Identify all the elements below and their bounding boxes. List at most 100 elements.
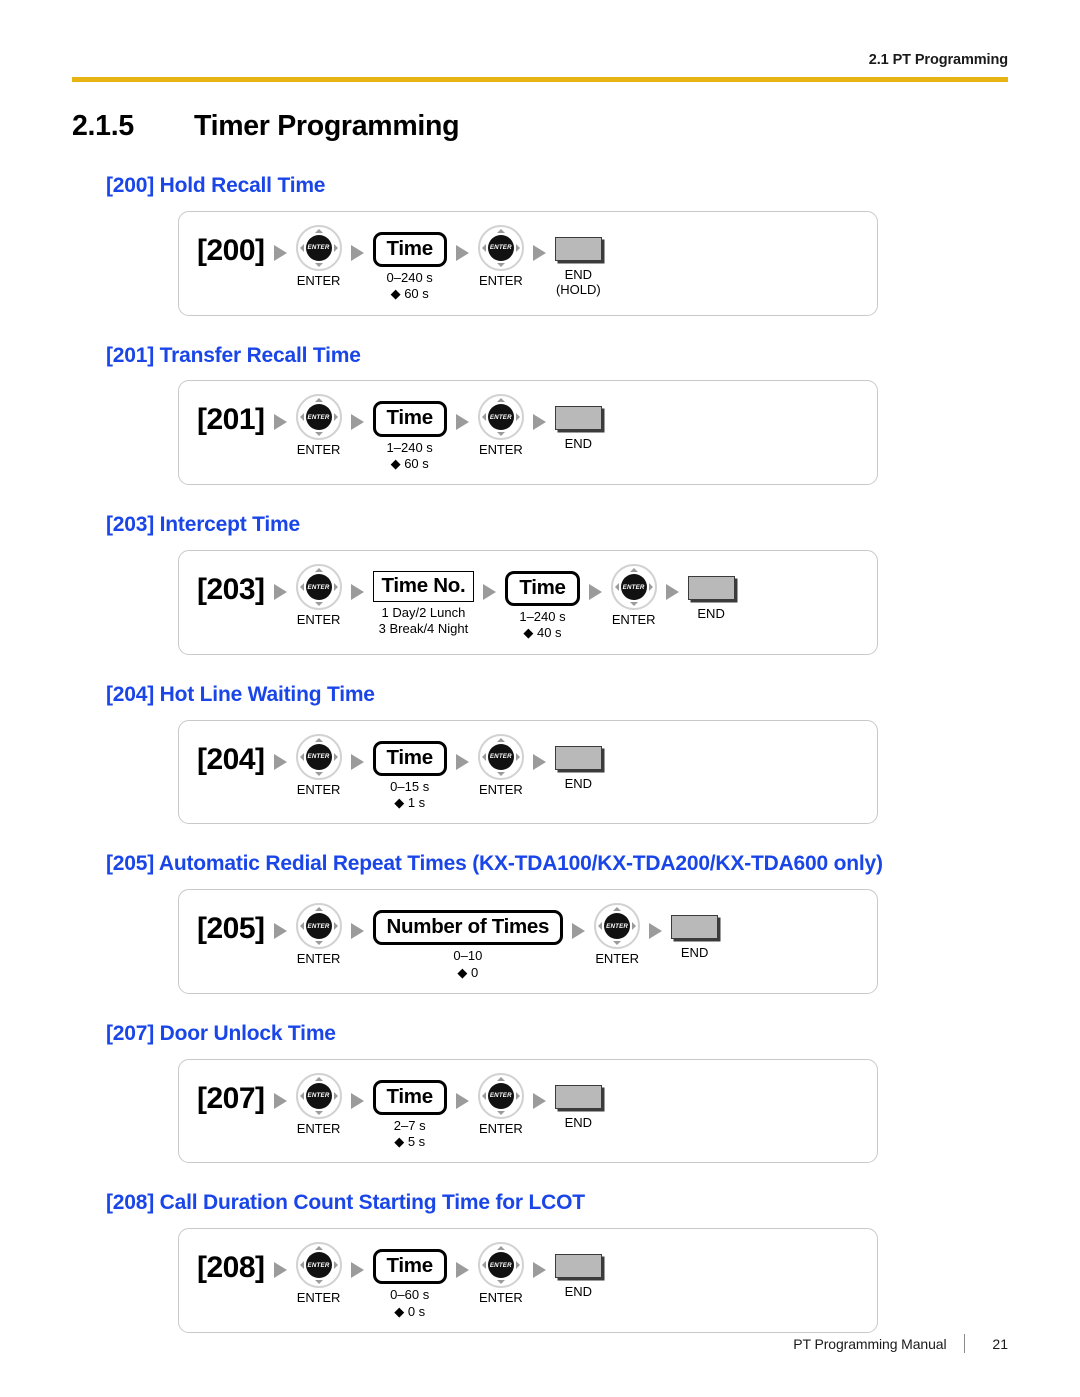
entry-range: 0–60 s bbox=[390, 1287, 430, 1303]
navigator-key-5-a[interactable]: ENTER ENTER bbox=[295, 1072, 342, 1136]
navigator-dial-icon[interactable]: ENTER bbox=[610, 564, 657, 610]
entry-field-label[interactable]: Time bbox=[372, 401, 447, 437]
entry-step-0[interactable]: Number of Times 0–10 ◆ 0 bbox=[372, 903, 564, 981]
navigator-dial-icon[interactable]: ENTER bbox=[295, 1072, 342, 1119]
entry-field-note: 2–7 s ◆ 5 s bbox=[394, 1118, 426, 1151]
entry-step-0[interactable]: Time 0–60 s ◆ 0 s bbox=[372, 1242, 447, 1320]
end-key-label: END bbox=[564, 266, 593, 282]
section-heading-5: [207] Door Unlock Time bbox=[106, 1021, 336, 1045]
section-heading-2: [203] Intercept Time bbox=[106, 513, 301, 537]
entry-field-label[interactable]: Time bbox=[372, 231, 447, 268]
navigator-key-4-b[interactable]: ENTER ENTER bbox=[594, 903, 641, 966]
end-key-group[interactable]: END bbox=[554, 394, 602, 451]
navigator-dial-icon[interactable]: ENTER bbox=[295, 1242, 342, 1289]
navigator-key-3-a[interactable]: ENTER ENTER bbox=[295, 733, 342, 797]
navigator-dial-icon[interactable]: ENTER bbox=[477, 1242, 524, 1289]
arrow-down-icon bbox=[496, 771, 505, 776]
programming-flow-4: [205] ENTER ENTER Number of Times 0–10 ◆ 0 ENT… bbox=[178, 889, 878, 994]
entry-range: 1–240 s bbox=[386, 439, 433, 455]
flow-arrow-icon-0 bbox=[273, 753, 287, 770]
navigator-dial-icon[interactable]: ENTER bbox=[477, 733, 524, 780]
flow-arrow-icon-1 bbox=[350, 244, 364, 261]
navigator-dial-icon[interactable]: ENTER bbox=[594, 903, 641, 950]
navigator-dial-icon[interactable]: ENTER bbox=[295, 903, 342, 950]
end-key-icon[interactable] bbox=[671, 915, 719, 940]
navigator-dial-icon[interactable]: ENTER bbox=[295, 224, 342, 271]
section-heading-0: [200] Hold Recall Time bbox=[106, 174, 326, 197]
end-key-group[interactable]: END bbox=[554, 1242, 602, 1299]
end-key-icon[interactable] bbox=[554, 1254, 602, 1279]
end-key-group[interactable]: END bbox=[554, 734, 602, 791]
entry-step-0[interactable]: Time No. 1 Day/2 Lunch 3 Break/4 Night bbox=[372, 564, 475, 638]
arrow-right-icon bbox=[515, 1261, 520, 1270]
arrow-up-icon bbox=[496, 737, 505, 742]
entry-field-note: 1–240 s ◆ 40 s bbox=[519, 609, 565, 642]
flow-arrow-icon-1 bbox=[350, 1262, 364, 1279]
entry-field-label[interactable]: Time bbox=[372, 1249, 447, 1285]
navigator-dial-icon[interactable]: ENTER bbox=[477, 394, 524, 441]
navigator-key-3-b[interactable]: ENTER ENTER bbox=[477, 733, 524, 797]
arrow-left-icon bbox=[481, 243, 486, 252]
program-code: [205] bbox=[197, 912, 265, 946]
arrow-down-icon bbox=[629, 602, 638, 606]
end-key-icon[interactable] bbox=[554, 1084, 602, 1109]
arrow-left-icon bbox=[614, 583, 619, 591]
arrow-down-icon bbox=[496, 1110, 505, 1115]
arrow-left-icon bbox=[299, 413, 304, 422]
navigator-key-4-a[interactable]: ENTER ENTER bbox=[295, 903, 342, 966]
navigator-key-0-b[interactable]: ENTER ENTER bbox=[477, 224, 524, 288]
navigator-key-5-b[interactable]: ENTER ENTER bbox=[477, 1072, 524, 1136]
entry-field-label[interactable]: Time bbox=[505, 571, 580, 607]
navigator-key-caption: ENTER bbox=[296, 781, 341, 797]
navigator-key-1-b[interactable]: ENTER ENTER bbox=[477, 394, 524, 457]
navigator-dial-icon[interactable]: ENTER bbox=[295, 564, 342, 610]
enter-hub-label: ENTER bbox=[487, 404, 514, 431]
entry-field-label[interactable]: Time No. bbox=[372, 571, 475, 603]
navigator-key-0-a[interactable]: ENTER ENTER bbox=[295, 224, 342, 288]
arrow-left-icon bbox=[481, 752, 486, 761]
flow-arrow-icon-2 bbox=[483, 584, 497, 600]
entry-default: ◆ 1 s bbox=[394, 795, 426, 810]
end-key-group[interactable]: END bbox=[671, 903, 719, 960]
navigator-key-1-a[interactable]: ENTER ENTER bbox=[295, 394, 342, 457]
entry-field-label[interactable]: Time bbox=[372, 1079, 447, 1115]
end-key-icon[interactable] bbox=[554, 236, 602, 261]
chapter-heading: Timer Programming bbox=[194, 110, 460, 142]
entry-step-1[interactable]: Time 1–240 s ◆ 40 s bbox=[505, 564, 580, 642]
end-key-icon[interactable] bbox=[554, 745, 602, 770]
navigator-key-6-b[interactable]: ENTER ENTER bbox=[477, 1242, 524, 1305]
entry-step-0[interactable]: Time 1–240 s ◆ 60 s bbox=[372, 394, 447, 472]
arrow-right-icon bbox=[648, 583, 653, 591]
end-key-group[interactable]: END bbox=[554, 1073, 602, 1130]
navigator-key-6-a[interactable]: ENTER ENTER bbox=[295, 1242, 342, 1305]
end-key-icon[interactable] bbox=[554, 406, 602, 431]
program-code: [207] bbox=[197, 1081, 265, 1115]
end-key-sublabel: (HOLD) bbox=[555, 282, 601, 298]
entry-step-0[interactable]: Time 0–240 s ◆ 60 s bbox=[372, 225, 447, 303]
program-code: [204] bbox=[197, 742, 265, 776]
end-key-caption: END bbox=[565, 436, 592, 451]
end-key-icon[interactable] bbox=[687, 576, 735, 600]
flow-arrow-icon-0 bbox=[273, 1262, 287, 1279]
navigator-dial-icon[interactable]: ENTER bbox=[477, 1072, 524, 1119]
entry-step-0[interactable]: Time 0–15 s ◆ 1 s bbox=[372, 734, 447, 812]
entry-field-label[interactable]: Time bbox=[372, 740, 447, 776]
entry-step-0[interactable]: Time 2–7 s ◆ 5 s bbox=[372, 1073, 447, 1151]
navigator-dial-icon[interactable]: ENTER bbox=[477, 224, 524, 271]
arrow-up-icon bbox=[496, 1076, 505, 1081]
programming-flow-1: [201] ENTER ENTER Time 1–240 s ◆ 60 s ENTER ENT… bbox=[178, 380, 878, 486]
flow-arrow-icon-0 bbox=[273, 244, 287, 261]
flow-arrow-icon-1 bbox=[350, 753, 364, 770]
arrow-right-icon bbox=[333, 922, 338, 931]
navigator-key-caption: ENTER bbox=[479, 781, 523, 797]
navigator-key-2-a[interactable]: ENTER ENTER bbox=[295, 564, 342, 627]
navigator-key-2-b[interactable]: ENTER ENTER bbox=[610, 564, 657, 627]
end-key-group[interactable]: END bbox=[687, 564, 735, 621]
entry-field-note: 0–15 s ◆ 1 s bbox=[390, 779, 429, 812]
navigator-dial-icon[interactable]: ENTER bbox=[295, 394, 342, 441]
entry-field-label[interactable]: Number of Times bbox=[372, 910, 564, 946]
arrow-down-icon bbox=[314, 1110, 323, 1115]
enter-hub-label: ENTER bbox=[305, 574, 332, 600]
end-key-group[interactable]: END (HOLD) bbox=[554, 225, 602, 298]
navigator-dial-icon[interactable]: ENTER bbox=[295, 733, 342, 780]
